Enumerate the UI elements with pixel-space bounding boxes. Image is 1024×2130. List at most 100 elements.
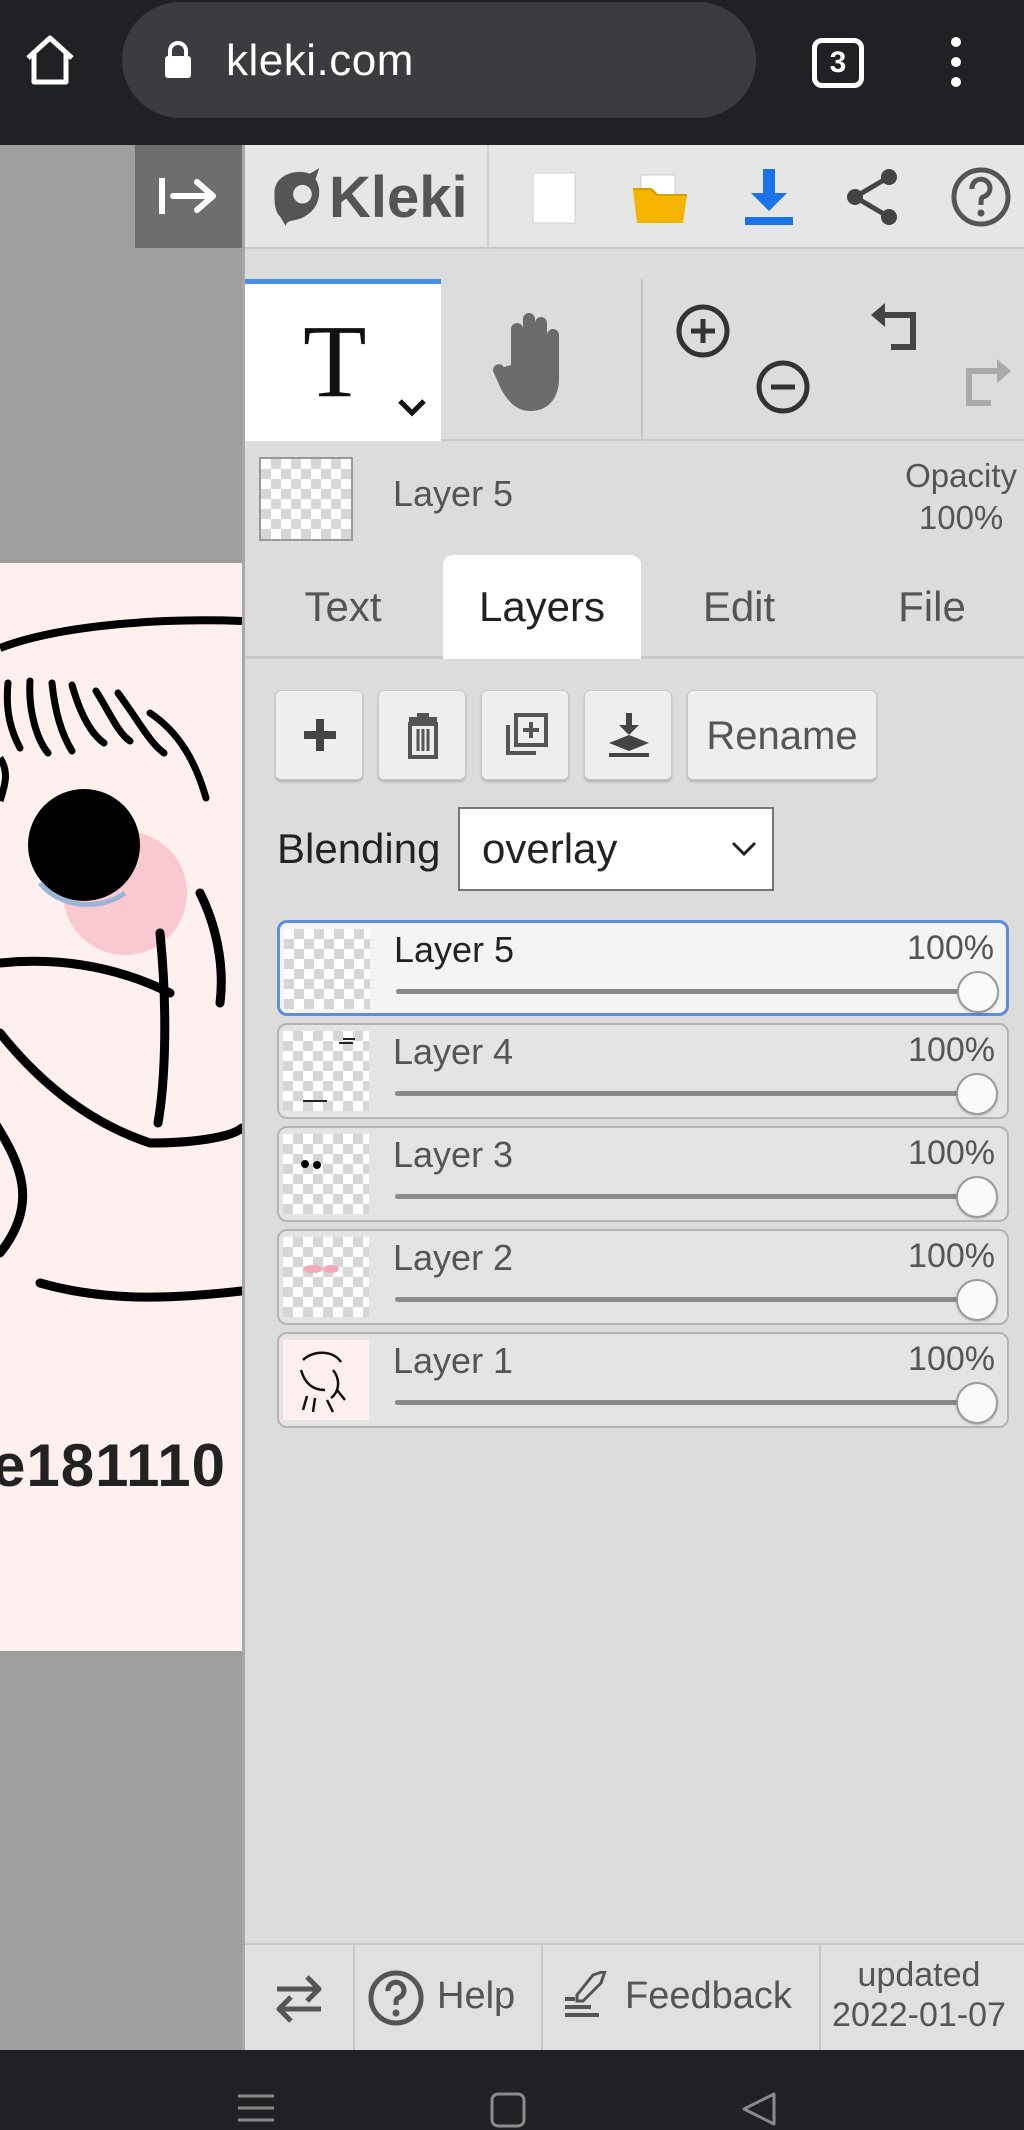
back-icon[interactable] [740,2090,778,2128]
updated-label: updated [857,1956,981,1994]
footer-divider [353,1945,355,2052]
kleki-logo[interactable]: Kleki [267,157,468,237]
lock-icon [165,41,191,78]
tab-edit[interactable]: Edit [641,555,837,659]
opacity-slider-knob[interactable] [956,1382,998,1424]
current-layer-name: Layer 5 [393,473,514,514]
tab-text[interactable]: Text [245,555,441,659]
opacity-slider-track[interactable] [395,1400,975,1405]
nav-home-icon[interactable] [490,2092,526,2128]
layer-thumbnail [283,1031,369,1111]
delete-layer-button[interactable] [378,690,466,780]
layer-name: Layer 1 [393,1340,514,1381]
open-folder-icon[interactable] [629,165,693,229]
layer-opacity: 100% [908,1134,995,1172]
canvas-area[interactable]: e181110 # [0,145,242,2050]
drawing-canvas[interactable]: e181110 # [0,563,242,1651]
add-layer-button[interactable] [275,690,363,780]
opacity-slider-knob[interactable] [956,1073,998,1115]
layer-opacity: 100% [908,1031,995,1069]
blending-value: overlay [482,825,618,872]
layer-opacity: 100% [908,1237,995,1275]
home-icon[interactable] [22,32,78,88]
address-bar[interactable]: kleki.com [122,2,756,118]
layer-item[interactable]: Layer 4 100% [277,1023,1009,1119]
layer-name: Layer 4 [393,1031,514,1072]
opacity-slider-knob[interactable] [957,971,999,1013]
menu-icon[interactable] [940,34,972,90]
panel-tabs: Text Layers Edit File [245,555,1024,659]
layer-item[interactable]: Layer 3 100% [277,1126,1009,1222]
app-root: kleki.com 3 e181110 # [0,0,1024,2130]
feedback-icon[interactable] [563,1971,609,2023]
opacity-slider-fill [395,1297,975,1302]
merge-down-button[interactable] [584,690,672,780]
tabs-icon[interactable]: 3 [812,38,864,88]
undo-icon[interactable] [867,301,931,361]
layer-list: Layer 5 100% Layer 4 100% Layer 3 100% L… [277,920,1009,1435]
duplicate-layer-button[interactable] [481,690,569,780]
swap-side-icon[interactable] [271,1973,327,2025]
layer-thumbnail [283,1237,369,1317]
layer-item[interactable]: Layer 5 100% [277,920,1009,1016]
tool-divider [641,279,643,441]
text-tool-button[interactable]: T [245,279,441,441]
layer-name: Layer 5 [394,929,515,970]
tool-panel: Kleki T Layer 5 Opacity 100% Text Layers… [242,145,1024,2052]
merge-down-icon [609,713,649,757]
layer-name: Layer 3 [393,1134,514,1175]
layer-item[interactable]: Layer 2 100% [277,1229,1009,1325]
zoom-out-icon[interactable] [753,357,813,417]
layer-opacity: 100% [908,1340,995,1378]
collapse-panel-button[interactable] [135,145,242,248]
add-layer-icon [304,719,336,751]
chevron-down-icon [731,841,757,857]
opacity-slider-fill [395,1194,975,1199]
current-layer-opacity: Opacity 100% [905,455,1017,539]
layer-thumbnail [284,929,370,1009]
opacity-slider-track[interactable] [396,989,976,994]
zoom-in-icon[interactable] [673,301,733,361]
logo-text: Kleki [329,164,468,230]
chevron-down-icon[interactable] [395,396,429,420]
top-toolbar: Kleki [245,145,1024,249]
opacity-slider-track[interactable] [395,1194,975,1199]
kleki-logo-icon [274,168,320,226]
opacity-slider-track[interactable] [395,1297,975,1302]
opacity-slider-knob[interactable] [956,1176,998,1218]
opacity-slider-track[interactable] [395,1091,975,1096]
tool-selector: T [245,279,1024,441]
opacity-value: 100% [918,499,1004,536]
opacity-slider-fill [395,1091,975,1096]
redo-icon[interactable] [951,357,1015,417]
opacity-label: Opacity [905,457,1017,494]
collapse-panel-icon [159,178,216,214]
rename-layer-button[interactable]: Rename [687,690,877,780]
blending-row: Blending overlay [245,807,1024,891]
layer-actions: Rename [245,690,1024,782]
feedback-link[interactable]: Feedback [625,1975,792,2018]
canvas-caption-text: e181110 # [0,1432,242,1499]
help-icon[interactable] [367,1969,425,2027]
tab-file[interactable]: File [837,555,1024,659]
download-icon[interactable] [737,165,801,229]
layer-item[interactable]: Layer 1 100% [277,1332,1009,1428]
browser-toolbar: kleki.com 3 [0,0,1024,145]
hand-tool-icon[interactable] [491,309,581,413]
opacity-slider-knob[interactable] [956,1279,998,1321]
blending-select[interactable]: overlay [458,807,774,891]
help-icon[interactable] [949,165,1013,229]
blending-label: Blending [277,825,441,872]
layer-opacity: 100% [907,929,994,967]
duplicate-layer-icon [506,713,548,755]
updated-info: updated 2022-01-07 [811,1955,1024,2035]
layer-thumbnail-art [303,1265,339,1273]
layer-name: Layer 2 [393,1237,514,1278]
new-canvas-icon[interactable] [523,165,587,229]
share-icon[interactable] [841,165,905,229]
delete-layer-icon [408,713,438,759]
tab-layers[interactable]: Layers [443,555,641,659]
text-tool-icon: T [303,304,367,419]
help-link[interactable]: Help [437,1975,515,2018]
recent-apps-icon[interactable] [236,2092,276,2124]
